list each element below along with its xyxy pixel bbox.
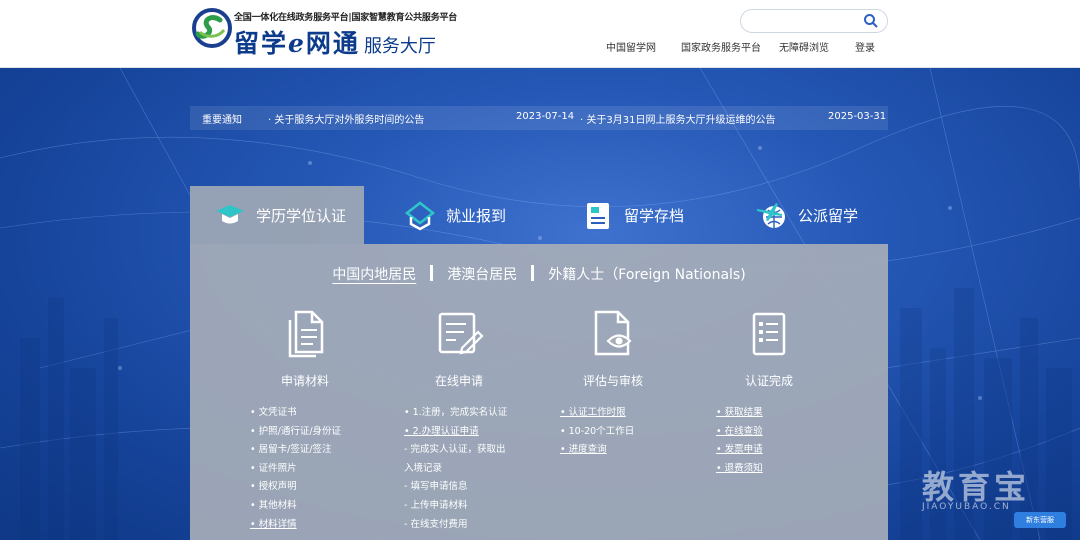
review-list: • 认证工作时限 • 10-20个工作日 • 进度查询: [560, 404, 634, 460]
list-item[interactable]: • 文凭证书: [250, 404, 341, 423]
graduation-cap-icon: [216, 205, 244, 224]
step-application-materials[interactable]: 申请材料: [240, 308, 370, 389]
step-label: 申请材料: [280, 374, 329, 388]
nav-link-accessibility[interactable]: 无障碍浏览: [779, 39, 829, 54]
refund-notice-link[interactable]: • 退费须知: [716, 460, 763, 479]
help-button[interactable]: 新东营服: [1014, 512, 1066, 528]
hero-banner: 重要通知 · 关于服务大厅对外服务时间的公告 2023-07-14 · 关于3月…: [0, 68, 1080, 540]
completion-list: • 获取结果 • 在线查验 • 发票申请 • 退费须知: [716, 404, 763, 478]
subtab-foreign-nationals[interactable]: 外籍人士（Foreign Nationals): [540, 264, 753, 284]
search-icon[interactable]: [863, 13, 879, 29]
subtab-mainland-residents[interactable]: 中国内地居民: [324, 264, 424, 284]
list-item[interactable]: • 护照/通行证/身份证: [250, 423, 341, 442]
notice-link-1[interactable]: · 关于服务大厅对外服务时间的公告: [268, 111, 424, 126]
notice-link-2[interactable]: · 关于3月31日网上服务大厅升级运维的公告: [580, 111, 775, 126]
apply-verification-link[interactable]: • 2.办理认证申请: [404, 423, 507, 442]
list-item[interactable]: • 其他材料: [250, 497, 341, 516]
divider: [531, 265, 535, 281]
subtab-hk-macao-taiwan[interactable]: 港澳台居民: [439, 264, 525, 284]
step-label: 认证完成: [744, 374, 793, 388]
notice-date-1: 2023-07-14: [516, 111, 575, 122]
applicant-type-tabs: 中国内地居民 港澳台居民 外籍人士（Foreign Nationals): [190, 264, 888, 284]
notice-date-2: 2025-03-31: [828, 111, 887, 122]
online-check-link[interactable]: • 在线查验: [716, 423, 763, 442]
logo-icon[interactable]: [192, 8, 232, 48]
site-header: 全国一体化在线政务服务平台|国家智慧教育公共服务平台 留学e网通 服务大厅 中国留…: [0, 0, 1080, 68]
invoice-request-link[interactable]: • 发票申请: [716, 441, 763, 460]
divider: [430, 265, 434, 281]
get-result-link[interactable]: • 获取结果: [716, 404, 763, 423]
airplane-globe-icon: [757, 203, 785, 228]
application-steps-list: • 1.注册，完成实名认证 • 2.办理认证申请 - 完成实人认证，获取出 入境…: [404, 404, 507, 534]
time-limit-link[interactable]: • 认证工作时限: [560, 404, 634, 423]
tab-label: 公派留学: [798, 206, 859, 225]
list-item: - 上传申请材料: [404, 499, 468, 511]
step-assessment-review[interactable]: 评估与审核: [548, 308, 678, 389]
list-item[interactable]: • 授权声明: [250, 478, 341, 497]
list-item: - 在线支付费用: [404, 518, 468, 530]
list-item[interactable]: • 1.注册，完成实名认证: [404, 404, 507, 423]
service-panel: 中国内地居民 港澳台居民 外籍人士（Foreign Nationals) 申请材料: [190, 244, 888, 540]
watermark-url: JIAOYUBAO.CN: [922, 502, 1011, 512]
tab-degree-verification[interactable]: 学历学位认证: [190, 186, 364, 244]
step-label: 评估与审核: [582, 374, 643, 388]
search-input[interactable]: [740, 9, 888, 33]
platform-subtitle: 全国一体化在线政务服务平台|国家智慧教育公共服务平台: [234, 13, 458, 23]
step-verification-complete[interactable]: 认证完成: [704, 308, 834, 389]
nav-link-cscse[interactable]: 中国留学网: [606, 39, 656, 54]
list-item: - 填写申请信息: [404, 481, 468, 493]
materials-list: • 文凭证书 • 护照/通行证/身份证 • 居留卡/签证/签注 • 证件照片 •…: [250, 404, 341, 534]
list-item: 入境记录: [404, 462, 443, 474]
list-item[interactable]: • 证件照片: [250, 460, 341, 479]
progress-query-link[interactable]: • 进度查询: [560, 441, 634, 460]
tab-employment-registration[interactable]: 就业报到: [404, 186, 534, 244]
brand-title: 留学e网通 服务大厅: [234, 29, 436, 58]
edit-form-icon: [438, 312, 484, 355]
nav-link-login[interactable]: 登录: [855, 39, 875, 54]
tab-label: 学历学位认证: [256, 206, 347, 225]
step-label: 在线申请: [434, 374, 483, 388]
tab-label: 就业报到: [446, 206, 507, 225]
notice-label: 重要通知: [202, 115, 242, 126]
tab-label: 留学存档: [624, 206, 685, 225]
service-tabs: 学历学位认证 就业报到 留学存档 公派留学: [190, 186, 888, 244]
archive-icon: [587, 203, 609, 229]
review-eye-icon: [594, 310, 632, 356]
step-online-application[interactable]: 在线申请: [394, 308, 524, 389]
tab-study-archive[interactable]: 留学存档: [582, 186, 712, 244]
checklist-icon: [752, 312, 786, 356]
tab-state-sponsored-study[interactable]: 公派留学: [756, 186, 886, 244]
list-item: - 完成实人认证，获取出: [404, 444, 506, 456]
documents-icon: [288, 310, 324, 358]
building-icon: [404, 201, 436, 231]
list-item[interactable]: • 居留卡/签证/签注: [250, 441, 341, 460]
nav-link-gov-service[interactable]: 国家政务服务平台: [681, 39, 761, 54]
materials-details-link[interactable]: • 材料详情: [250, 516, 341, 535]
list-item: • 10-20个工作日: [560, 425, 635, 437]
